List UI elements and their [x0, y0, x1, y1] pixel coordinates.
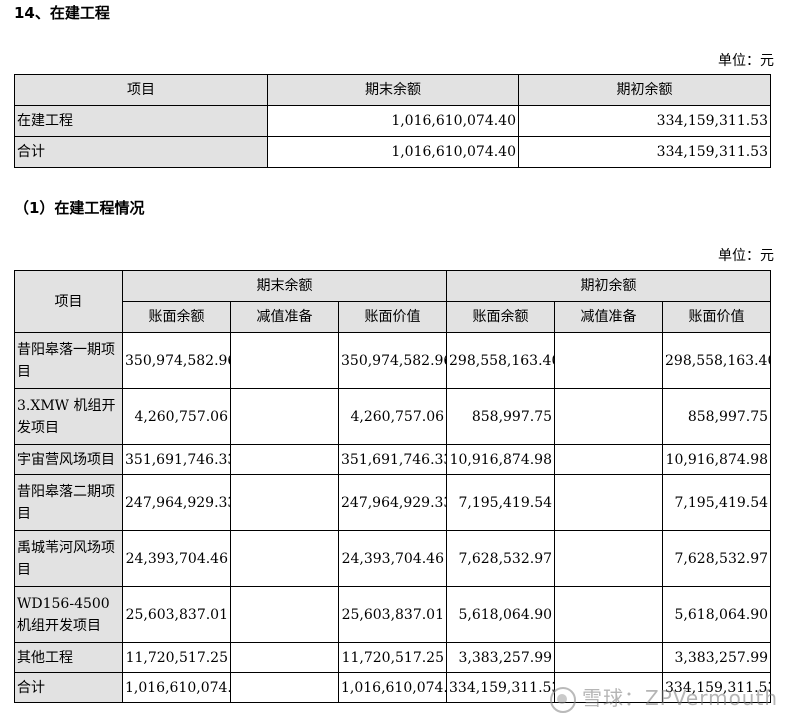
detail-table: 项目 期末余额 期初余额 账面余额 减值准备 账面价值 账面余额 减值准备 账面…: [14, 270, 772, 703]
cell: [554, 586, 664, 643]
subheader-book-balance: 账面余额: [122, 301, 231, 333]
cell: 10,916,874.98: [446, 444, 556, 475]
cell: 247,964,929.33: [337, 474, 448, 531]
unit-label-2: 单位：元: [718, 248, 774, 264]
subheader-book-value: 账面价值: [337, 301, 448, 333]
cell: [230, 642, 339, 673]
subheader-book-balance: 账面余额: [446, 301, 556, 333]
cell: 24,393,704.46: [122, 530, 231, 587]
header-item: 项目: [14, 74, 268, 106]
cell: 7,195,419.54: [446, 474, 556, 531]
subheader-impairment: 减值准备: [230, 301, 339, 333]
snowball-logo-icon: [550, 686, 577, 713]
section-heading-14: 14、在建工程: [14, 4, 110, 22]
section-heading-1: （1）在建工程情况: [14, 199, 145, 217]
cell: [230, 332, 339, 389]
cell: [554, 444, 664, 475]
cell: 1,016,610,074.40: [337, 672, 448, 703]
cell: 7,628,532.97: [662, 530, 772, 587]
table-row: 禹城苇河风场项目 24,393,704.46 24,393,704.46 7,6…: [14, 530, 772, 587]
row-end-balance: 1,016,610,074.40: [267, 136, 519, 168]
cell: 10,916,874.98: [662, 444, 772, 475]
row-item: 合计: [14, 672, 123, 703]
cell: [230, 530, 339, 587]
row-item: 宇宙营风场项目: [14, 444, 123, 475]
cell: [554, 474, 664, 531]
watermark: 雪球：ZPVermouth: [550, 682, 778, 713]
watermark-text: 雪球：ZPVermouth: [582, 686, 778, 710]
header-item: 项目: [14, 270, 123, 333]
cell: 11,720,517.25: [122, 642, 231, 673]
cell: [230, 444, 339, 475]
cell: 350,974,582.96: [337, 332, 448, 389]
cell: 7,628,532.97: [446, 530, 556, 587]
header-begin-balance: 期初余额: [518, 74, 771, 106]
cell: 350,974,582.96: [122, 332, 231, 389]
table-subheader-row: 账面余额 减值准备 账面价值 账面余额 减值准备 账面价值: [14, 301, 772, 333]
header-end-balance: 期末余额: [267, 74, 519, 106]
table-row: 昔阳皋落一期项目 350,974,582.96 350,974,582.96 2…: [14, 332, 772, 389]
row-item: 在建工程: [14, 105, 268, 137]
row-item: 昔阳皋落一期项目: [14, 332, 123, 389]
table-row: 其他工程 11,720,517.25 11,720,517.25 3,383,2…: [14, 642, 772, 673]
cell: [554, 530, 664, 587]
summary-table: 项目 期末余额 期初余额 在建工程 1,016,610,074.40 334,1…: [14, 74, 771, 168]
cell: 298,558,163.40: [662, 332, 772, 389]
subheader-book-value: 账面价值: [662, 301, 772, 333]
unit-label-1: 单位：元: [718, 53, 774, 69]
row-item: 合计: [14, 136, 268, 168]
cell: [554, 642, 664, 673]
cell: 3,383,257.99: [662, 642, 772, 673]
table-row: 宇宙营风场项目 351,691,746.33 351,691,746.33 10…: [14, 444, 772, 475]
cell: 858,997.75: [446, 388, 556, 445]
table-row: 3.XMW 机组开发项目 4,260,757.06 4,260,757.06 8…: [14, 388, 772, 445]
cell: 7,195,419.54: [662, 474, 772, 531]
row-item: 昔阳皋落二期项目: [14, 474, 123, 531]
cell: 3,383,257.99: [446, 642, 556, 673]
row-item: WD156-4500 机组开发项目: [14, 586, 123, 643]
row-begin-balance: 334,159,311.53: [518, 136, 771, 168]
cell: 1,016,610,074.40: [122, 672, 231, 703]
cell: 4,260,757.06: [122, 388, 231, 445]
table-row: WD156-4500 机组开发项目 25,603,837.01 25,603,8…: [14, 586, 772, 643]
cell: [230, 672, 339, 703]
cell: 5,618,064.90: [662, 586, 772, 643]
cell: [554, 388, 664, 445]
cell: 351,691,746.33: [122, 444, 231, 475]
cell: 858,997.75: [662, 388, 772, 445]
cell: 334,159,311.53: [446, 672, 556, 703]
table-header-row: 项目 期末余额 期初余额: [14, 74, 771, 106]
cell: 11,720,517.25: [337, 642, 448, 673]
row-item: 其他工程: [14, 642, 123, 673]
cell: 247,964,929.33: [122, 474, 231, 531]
row-item: 3.XMW 机组开发项目: [14, 388, 123, 445]
row-begin-balance: 334,159,311.53: [518, 105, 771, 137]
cell: [230, 474, 339, 531]
cell: 25,603,837.01: [337, 586, 448, 643]
cell: [230, 388, 339, 445]
subheader-impairment: 减值准备: [554, 301, 664, 333]
table-header-row: 项目 期末余额 期初余额: [14, 270, 772, 333]
cell: 351,691,746.33: [337, 444, 448, 475]
row-end-balance: 1,016,610,074.40: [267, 105, 519, 137]
cell: [554, 332, 664, 389]
cell: 5,618,064.90: [446, 586, 556, 643]
cell: 298,558,163.40: [446, 332, 556, 389]
table-row: 在建工程 1,016,610,074.40 334,159,311.53: [14, 105, 771, 137]
cell: 4,260,757.06: [337, 388, 448, 445]
cell: 25,603,837.01: [122, 586, 231, 643]
header-group-end: 期末余额: [121, 270, 448, 302]
table-row: 昔阳皋落二期项目 247,964,929.33 247,964,929.33 7…: [14, 474, 772, 531]
table-row: 合计 1,016,610,074.40 334,159,311.53: [14, 136, 771, 168]
cell: 24,393,704.46: [337, 530, 448, 587]
row-item: 禹城苇河风场项目: [14, 530, 123, 587]
header-group-begin: 期初余额: [446, 270, 772, 302]
cell: [230, 586, 339, 643]
